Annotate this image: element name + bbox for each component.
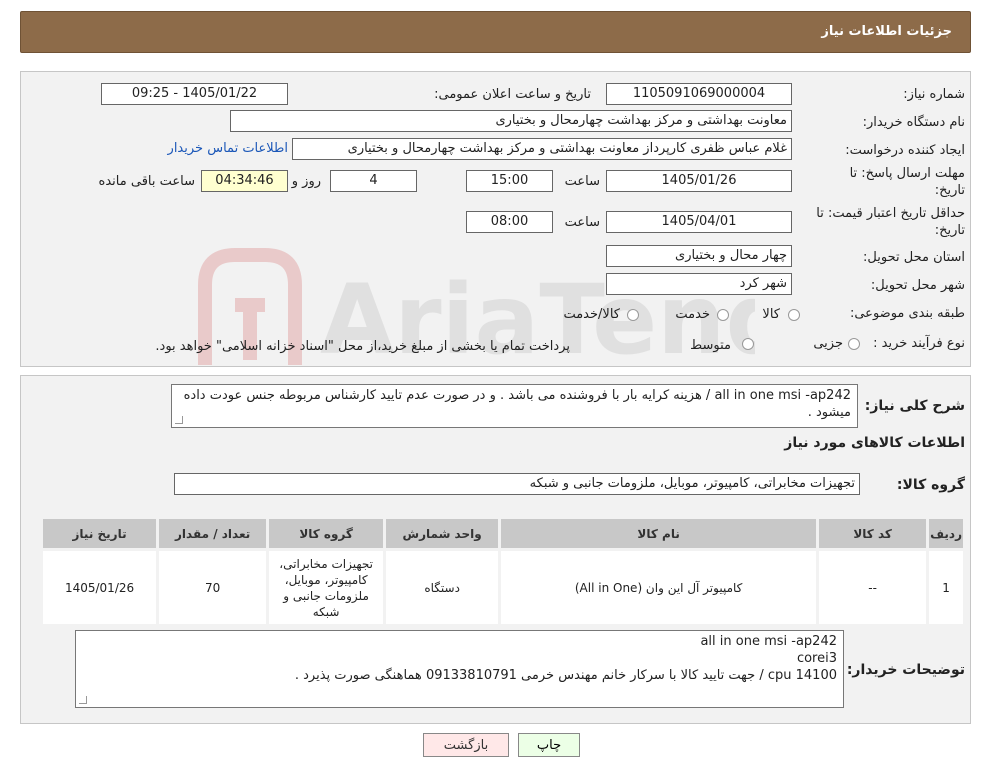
validity-label-line1: حداقل تاریخ اعتبار قیمت: تا [816,206,965,221]
goods-info-title: اطلاعات کالاهای مورد نیاز [784,435,965,451]
announce-datetime-label: تاریخ و ساعت اعلان عمومی: [434,87,591,102]
deadline-label-line2: تاریخ: [934,183,965,198]
page-header: جزئیات اطلاعات نیاز [20,11,971,53]
time-remaining-label: ساعت باقی مانده [98,174,195,189]
process-option-minor: جزیی [813,336,843,351]
col-header-need-date: تاریخ نیاز [39,516,160,551]
province-field: چهار محال و بختیاری [606,245,792,267]
category-label: طبقه بندی موضوعی: [849,306,965,321]
category-radio-service[interactable] [717,309,729,321]
col-header-row-number: ردیف [926,516,966,551]
need-number-field: 1105091069000004 [606,83,792,105]
requester-field: غلام عباس ظفری کارپرداز معاونت بهداشتی و… [292,138,792,160]
need-number-label: شماره نیاز: [903,87,965,102]
print-button[interactable]: چاپ [518,733,580,757]
validity-label-line2: تاریخ: [934,223,965,238]
buyer-notes-line-3: cpu 14100 / جهت تایید کالا با سرکار خانم… [294,668,837,683]
buyer-notes-label: توضیحات خریدار: [846,662,965,678]
process-radio-medium[interactable] [742,338,754,350]
cell-goods-group: تجهیزات مخابراتی، کامپیوتر، موبایل، ملزو… [266,548,387,627]
category-radio-goods[interactable] [788,309,800,321]
process-type-label: نوع فرآیند خرید : [873,336,965,351]
deadline-date-field: 1405/01/26 [606,170,792,192]
col-header-quantity: تعداد / مقدار [156,516,270,551]
buyer-notes-line-2: corei3 [796,651,837,666]
deadline-label-line1: مهلت ارسال پاسخ: تا [849,166,965,181]
buyer-org-label: نام دستگاه خریدار: [862,115,965,130]
process-option-medium: متوسط [690,338,731,353]
announce-datetime-field: 1405/01/22 - 09:25 [101,83,288,105]
time-remaining-field: 04:34:46 [201,170,288,192]
back-button[interactable]: بازگشت [423,733,509,757]
summary-text: all in one msi -ap242 / هزینه کرایه بار … [183,388,851,420]
cell-quantity: 70 [156,548,270,627]
cell-item-name: کامپیوتر آل این وان (All in One) [498,548,820,627]
days-label: روز و [291,174,321,189]
category-option-goods: کالا [762,307,780,322]
summary-textarea[interactable]: all in one msi -ap242 / هزینه کرایه بار … [171,384,858,428]
cell-item-code: -- [816,548,930,627]
col-header-goods-group: گروه کالا [266,516,387,551]
validity-time-field: 08:00 [466,211,553,233]
goods-table: ردیف کد کالا نام کالا واحد شمارش گروه کا… [39,516,966,627]
col-header-item-code: کد کالا [816,516,930,551]
requester-label: ایجاد کننده درخواست: [845,143,965,158]
process-payment-note: پرداخت تمام یا بخشی از مبلغ خرید،از محل … [155,339,570,354]
category-option-service: خدمت [675,307,710,322]
resize-grip-icon[interactable] [79,696,87,704]
buyer-org-field: معاونت بهداشتی و مرکز بهداشت چهارمحال و … [230,110,792,132]
process-radio-minor[interactable] [848,338,860,350]
category-radio-goods-service[interactable] [627,309,639,321]
validity-time-label: ساعت [564,215,600,230]
table-header-row: ردیف کد کالا نام کالا واحد شمارش گروه کا… [39,516,966,551]
days-remaining-field: 4 [330,170,417,192]
buyer-notes-textarea[interactable]: all in one msi -ap242 corei3 cpu 14100 /… [75,630,844,708]
summary-label: شرح کلی نیاز: [864,398,965,414]
city-field: شهر کرد [606,273,792,295]
validity-date-field: 1405/04/01 [606,211,792,233]
table-row: 1 -- کامپیوتر آل این وان (All in One) دس… [39,548,966,627]
province-label: استان محل تحویل: [863,250,965,265]
goods-group-label: گروه کالا: [896,477,965,493]
cell-unit: دستگاه [383,548,502,627]
buyer-notes-line-1: all in one msi -ap242 [700,634,837,649]
col-header-unit: واحد شمارش [383,516,502,551]
city-label: شهر محل تحویل: [870,278,965,293]
deadline-time-label: ساعت [564,174,600,189]
resize-grip-icon[interactable] [175,416,183,424]
col-header-item-name: نام کالا [498,516,820,551]
goods-group-field: تجهیزات مخابراتی، کامپیوتر، موبایل، ملزو… [174,473,860,495]
buyer-contact-link[interactable]: اطلاعات تماس خریدار [168,141,288,156]
category-option-goods-service: کالا/خدمت [563,307,620,322]
cell-row-number: 1 [926,548,966,627]
page-title: جزئیات اطلاعات نیاز [821,24,952,39]
deadline-time-field: 15:00 [466,170,553,192]
cell-need-date: 1405/01/26 [39,548,160,627]
